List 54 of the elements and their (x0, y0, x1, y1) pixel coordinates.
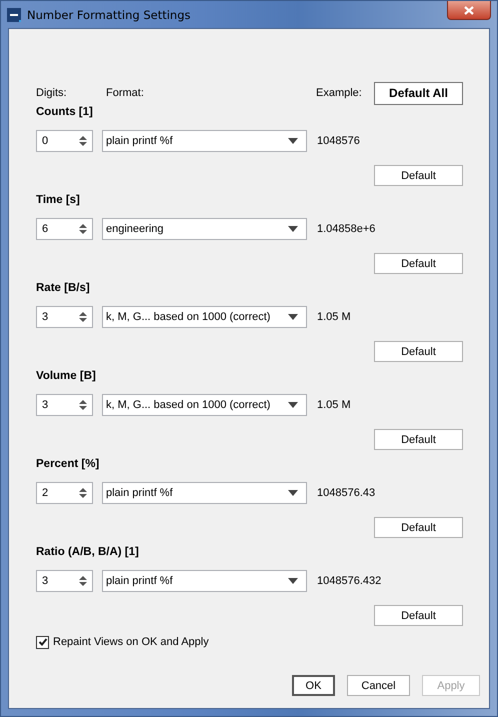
dialog-button[interactable]: OK (292, 675, 335, 696)
format-dropdown[interactable]: plain printf %f (102, 482, 307, 504)
spin-arrows-icon[interactable] (79, 223, 87, 235)
column-label: Digits: (36, 87, 68, 99)
format-dropdown[interactable]: engineering (102, 218, 307, 240)
spin-arrows-icon[interactable] (79, 487, 87, 499)
dropdown-arrow-icon (288, 578, 298, 584)
format-dropdown[interactable]: plain printf %f (102, 130, 307, 152)
default-button[interactable]: Default (374, 341, 463, 362)
checkbox-label: Repaint Views on OK and Apply (53, 636, 209, 648)
checkbox[interactable] (36, 636, 49, 648)
dropdown-arrow-icon (288, 490, 298, 496)
digits-spinbox[interactable]: 2 (36, 482, 93, 504)
default-button[interactable]: Default (374, 165, 463, 186)
default-button[interactable]: Default (374, 605, 463, 626)
example-value: 1048576.432 (317, 575, 382, 587)
section-title: Rate [B/s] (36, 281, 91, 296)
close-button[interactable] (447, 1, 491, 20)
example-value: 1048576.43 (317, 487, 376, 499)
spin-arrows-icon[interactable] (79, 135, 87, 147)
column-label: Example: (316, 87, 363, 99)
example-value: 1.05 M (317, 399, 351, 411)
column-label: Format: (106, 87, 145, 99)
default-button[interactable]: Default (374, 429, 463, 450)
section-title: Ratio (A/B, B/A) [1] (36, 545, 140, 560)
dropdown-arrow-icon (288, 138, 298, 144)
digits-spinbox[interactable]: 6 (36, 218, 93, 240)
digits-spinbox[interactable]: 3 (36, 394, 93, 416)
close-icon (464, 6, 474, 14)
spin-arrows-icon[interactable] (79, 311, 87, 323)
dropdown-arrow-icon (288, 402, 298, 408)
format-dropdown[interactable]: k, M, G... based on 1000 (correct) (102, 306, 307, 328)
spin-arrows-icon[interactable] (79, 575, 87, 587)
digits-spinbox[interactable]: 3 (36, 306, 93, 328)
example-value: 1048576 (317, 135, 360, 147)
dialog-button[interactable]: Cancel (347, 675, 410, 696)
default-button[interactable]: Default (374, 517, 463, 538)
format-dropdown[interactable]: k, M, G... based on 1000 (correct) (102, 394, 307, 416)
example-value: 1.04858e+6 (317, 223, 376, 235)
window-title: Number Formatting Settings (27, 8, 190, 22)
spin-arrows-icon[interactable] (79, 399, 87, 411)
section-title: Counts [1] (36, 105, 94, 120)
format-dropdown[interactable]: plain printf %f (102, 570, 307, 592)
section-title: Volume [B] (36, 369, 97, 384)
section-title: Time [s] (36, 193, 81, 208)
section-title: Percent [%] (36, 457, 100, 472)
example-value: 1.05 M (317, 311, 351, 323)
default-button[interactable]: Default (374, 253, 463, 274)
app-icon (7, 8, 21, 22)
digits-spinbox[interactable]: 0 (36, 130, 93, 152)
default-all-button[interactable]: Default All (374, 82, 463, 104)
dropdown-arrow-icon (288, 226, 298, 232)
digits-spinbox[interactable]: 3 (36, 570, 93, 592)
dropdown-arrow-icon (288, 314, 298, 320)
